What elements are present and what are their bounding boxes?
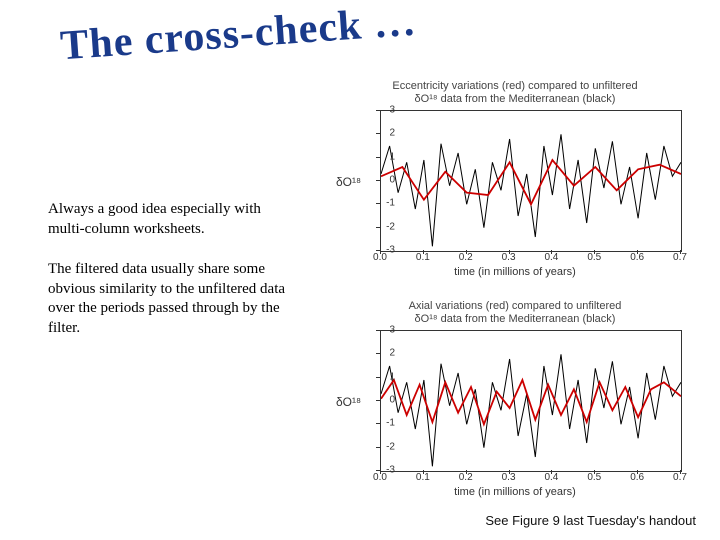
ytick: -1 xyxy=(355,198,395,209)
chart-eccentricity: Eccentricity variations (red) compared t… xyxy=(330,80,700,280)
ytick: 1 xyxy=(355,371,395,382)
footer-note: See Figure 9 last Tuesday's handout xyxy=(485,513,696,528)
chart-title-1-line1: Eccentricity variations (red) compared t… xyxy=(392,80,637,92)
paragraph-1: Always a good idea especially with multi… xyxy=(48,200,298,239)
ytick: 0 xyxy=(355,395,395,406)
ytick: 3 xyxy=(355,325,395,336)
plot-area-2 xyxy=(380,330,682,472)
paragraph-2: The filtered data usually share some obv… xyxy=(48,260,298,338)
chart-title-1-line2: δO¹⁸ data from the Mediterranean (black) xyxy=(415,93,616,105)
ytick: 2 xyxy=(355,348,395,359)
chart-axial: Axial variations (red) compared to unfil… xyxy=(330,300,700,500)
chart-title-2-line1: Axial variations (red) compared to unfil… xyxy=(409,300,622,312)
xlabel-2: time (in millions of years) xyxy=(330,486,700,498)
ytick: 2 xyxy=(355,128,395,139)
ytick: 1 xyxy=(355,151,395,162)
plot-area-1 xyxy=(380,110,682,252)
ytick: -1 xyxy=(355,418,395,429)
chart-title-2-line2: δO¹⁸ data from the Mediterranean (black) xyxy=(415,313,616,325)
ytick: -2 xyxy=(355,221,395,232)
xlabel-1: time (in millions of years) xyxy=(330,266,700,278)
ytick: 3 xyxy=(355,105,395,116)
ytick: 0 xyxy=(355,175,395,186)
charts-column: Eccentricity variations (red) compared t… xyxy=(330,80,700,520)
slide-title: The cross-check … xyxy=(59,0,418,70)
ytick: -2 xyxy=(355,441,395,452)
